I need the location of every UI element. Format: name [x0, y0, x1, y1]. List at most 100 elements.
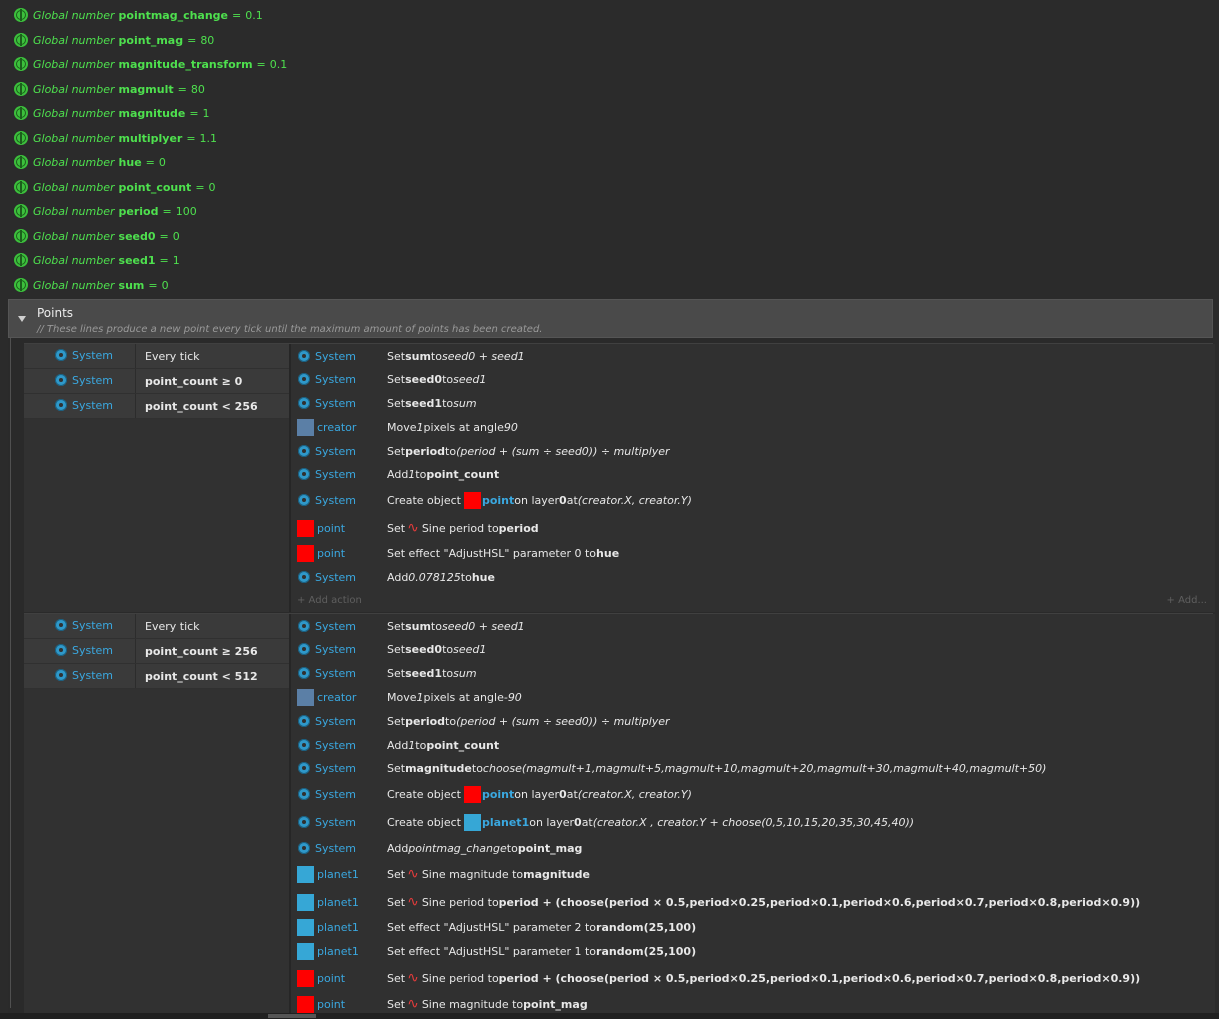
- add-more-link[interactable]: + Add...: [1167, 595, 1207, 606]
- action-text: Sine magnitude to: [421, 867, 524, 881]
- action-row[interactable]: creator Move 1 pixels at angle 90: [297, 415, 1207, 439]
- scrollbar-thumb[interactable]: [268, 1014, 316, 1018]
- action-object: System: [315, 372, 357, 386]
- action-text: Set effect "AdjustHSL" parameter 1 to: [387, 944, 597, 958]
- action-row[interactable]: planet1 Set ∿ Sine magnitude to magnitude: [297, 862, 1207, 886]
- event-group-header[interactable]: Points // These lines produce a new poin…: [8, 299, 1213, 338]
- globe-icon: [14, 278, 28, 292]
- globe-icon: [14, 131, 28, 145]
- action-row[interactable]: System Add 1 to point_count: [297, 733, 1207, 757]
- global-variable-row[interactable]: Global number pointmag_change = 0.1: [14, 5, 263, 25]
- action-param: seed0: [405, 372, 443, 386]
- global-name: magnitude: [118, 106, 186, 120]
- condition-object: System: [72, 643, 114, 657]
- global-variable-row[interactable]: Global number sum = 0: [14, 275, 169, 295]
- object-link[interactable]: point: [482, 494, 514, 507]
- action-row[interactable]: planet1 Set effect "AdjustHSL" parameter …: [297, 915, 1207, 939]
- action-row[interactable]: System Set seed0 to seed1: [297, 637, 1207, 661]
- action-text: Set: [387, 396, 406, 410]
- gear-icon: [297, 493, 311, 507]
- action-expression: choose(magmult+1,magmult+5,magmult+10,ma…: [482, 761, 1047, 775]
- condition-row[interactable]: System Every tick: [24, 614, 289, 639]
- action-row[interactable]: creator Move 1 pixels at angle -90: [297, 685, 1207, 709]
- event-block[interactable]: System Every tick System point_count ≥ 0…: [24, 343, 1215, 612]
- planet1-sprite-icon: [297, 893, 314, 911]
- global-variable-row[interactable]: Global number period = 100: [14, 201, 197, 221]
- action-object: System: [315, 570, 357, 584]
- action-expression: (period + (sum ÷ seed0)) ÷ multiplyer: [456, 714, 670, 728]
- action-row[interactable]: point Set ∿ Sine period to period: [297, 516, 1207, 540]
- gear-icon: [297, 787, 311, 801]
- action-row[interactable]: System Add pointmag_change to point_mag: [297, 836, 1207, 860]
- global-keyword: Global number: [33, 106, 115, 120]
- gear-icon: [297, 761, 311, 775]
- divider: [135, 614, 136, 638]
- global-value: 80: [200, 33, 215, 47]
- action-row[interactable]: System Create object point on layer 0 at …: [297, 782, 1207, 806]
- gear-icon: [297, 467, 311, 481]
- global-variable-row[interactable]: Global number point_mag = 80: [14, 30, 214, 50]
- action-row[interactable]: System Set sum to seed0 + seed1: [297, 344, 1207, 368]
- object-link[interactable]: planet1: [482, 816, 529, 829]
- condition-row[interactable]: System point_count ≥ 256: [24, 639, 289, 664]
- global-variable-row[interactable]: Global number point_count = 0: [14, 177, 216, 197]
- action-row[interactable]: System Create object planet1 on layer 0 a…: [297, 810, 1207, 834]
- action-row[interactable]: System Set period to (period + (sum ÷ see…: [297, 709, 1207, 733]
- action-object: System: [315, 815, 357, 829]
- action-expression: (creator.X, creator.Y): [577, 493, 692, 507]
- action-param: period + (choose(period × 0.5,period×0.2…: [498, 971, 1141, 985]
- action-row[interactable]: System Set magnitude to choose(magmult+1,…: [297, 756, 1207, 780]
- point-sprite-icon: [297, 969, 314, 987]
- global-variable-row[interactable]: Global number magnitude_transform = 0.1: [14, 54, 287, 74]
- action-object: System: [315, 493, 357, 507]
- condition-row[interactable]: System point_count < 512: [24, 664, 289, 689]
- gear-icon: [297, 570, 311, 584]
- action-row[interactable]: System Set seed1 to sum: [297, 661, 1207, 685]
- action-text: to: [430, 349, 442, 363]
- add-action-link[interactable]: + Add action: [297, 595, 362, 606]
- condition-row[interactable]: System point_count ≥ 0: [24, 369, 289, 394]
- condition-row[interactable]: System point_count < 256: [24, 394, 289, 419]
- action-row[interactable]: System Set period to (period + (sum ÷ see…: [297, 439, 1207, 463]
- horizontal-scrollbar[interactable]: [0, 1013, 1219, 1019]
- action-text: Add: [387, 738, 409, 752]
- action-row[interactable]: System Add 1 to point_count: [297, 462, 1207, 486]
- action-row[interactable]: System Add 0.078125 to hue: [297, 565, 1207, 589]
- collapse-triangle-icon[interactable]: [18, 316, 26, 322]
- action-text: Set: [387, 895, 406, 909]
- action-param: seed0: [405, 642, 443, 656]
- action-text: Sine period to: [421, 521, 499, 535]
- equals-sign: =: [159, 229, 169, 243]
- action-row[interactable]: planet1 Set ∿ Sine period to period + (cho…: [297, 890, 1207, 914]
- action-object: planet1: [317, 867, 359, 881]
- conditions-column: System Every tick System point_count ≥ 2…: [24, 614, 289, 1014]
- action-object: point: [317, 997, 346, 1011]
- global-keyword: Global number: [33, 180, 115, 194]
- creator-sprite-icon: [297, 418, 314, 436]
- conditions-column: System Every tick System point_count ≥ 0…: [24, 344, 289, 612]
- action-row[interactable]: System Set seed1 to sum: [297, 391, 1207, 415]
- action-text: to: [442, 372, 454, 386]
- global-keyword: Global number: [33, 8, 115, 22]
- global-variable-row[interactable]: Global number magmult = 80: [14, 79, 205, 99]
- sine-behavior-icon: ∿: [407, 970, 419, 986]
- global-variable-row[interactable]: Global number multiplyer = 1.1: [14, 128, 217, 148]
- action-row[interactable]: point Set ∿ Sine period to period + (choos…: [297, 966, 1207, 990]
- event-block[interactable]: System Every tick System point_count ≥ 2…: [24, 613, 1215, 1014]
- action-text: Set: [387, 372, 406, 386]
- global-variable-row[interactable]: Global number magnitude = 1: [14, 103, 210, 123]
- object-link[interactable]: point: [482, 788, 514, 801]
- global-variable-row[interactable]: Global number seed0 = 0: [14, 226, 180, 246]
- gear-icon: [297, 841, 311, 855]
- action-row[interactable]: point Set effect "AdjustHSL" parameter 0 …: [297, 541, 1207, 565]
- global-variable-row[interactable]: Global number hue = 0: [14, 152, 166, 172]
- action-row[interactable]: System Create object point on layer 0 at …: [297, 488, 1207, 512]
- global-variable-row[interactable]: Global number seed1 = 1: [14, 250, 180, 270]
- action-expression: 1: [416, 690, 424, 704]
- action-param: period: [405, 444, 446, 458]
- global-name: multiplyer: [118, 131, 183, 145]
- action-row[interactable]: planet1 Set effect "AdjustHSL" parameter …: [297, 939, 1207, 963]
- action-row[interactable]: System Set sum to seed0 + seed1: [297, 614, 1207, 638]
- condition-row[interactable]: System Every tick: [24, 344, 289, 369]
- action-row[interactable]: System Set seed0 to seed1: [297, 367, 1207, 391]
